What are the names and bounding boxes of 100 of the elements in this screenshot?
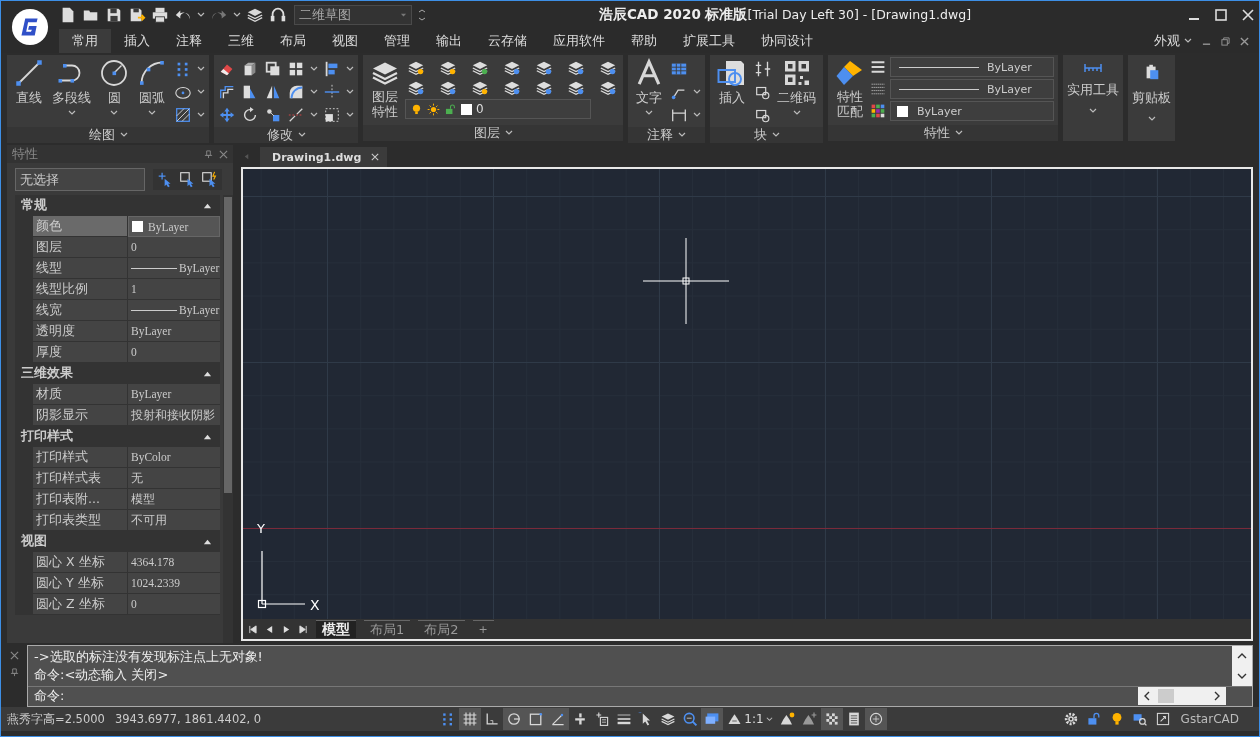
appearance-menu[interactable]: 外观	[1154, 32, 1180, 50]
caret-icon[interactable]	[310, 111, 318, 119]
caret-icon[interactable]	[693, 111, 701, 119]
scroll-down-icon[interactable]	[1237, 671, 1247, 681]
model-toggle[interactable]	[701, 708, 724, 730]
caret-icon[interactable]	[119, 131, 128, 139]
property-label[interactable]: 厚度	[33, 342, 128, 363]
property-label[interactable]: 材质	[33, 384, 128, 405]
ribbon-tab[interactable]: 常用	[59, 29, 111, 53]
restore-icon[interactable]	[1221, 36, 1230, 46]
ribbon-tab[interactable]: 插入	[111, 29, 163, 53]
previous-tab-icon[interactable]	[265, 624, 274, 634]
caret-icon[interactable]	[310, 88, 318, 96]
panel-title[interactable]: 特性	[923, 124, 950, 142]
match-properties-button[interactable]: 特性匹配	[832, 57, 868, 120]
layers-icon[interactable]	[246, 6, 264, 24]
ribbon-tab[interactable]: 注释	[163, 29, 215, 53]
ribbon-tab[interactable]: 视图	[319, 29, 371, 53]
layout-tab[interactable]: 布局1	[364, 620, 411, 638]
last-tab-icon[interactable]	[299, 624, 308, 634]
quick-select-icon[interactable]	[201, 171, 218, 188]
ribbon-tab[interactable]: 管理	[371, 29, 423, 53]
print-icon[interactable]	[151, 6, 169, 24]
collapse-icon[interactable]	[203, 201, 212, 210]
panel-title[interactable]: 绘图	[88, 126, 115, 144]
caret-icon[interactable]	[954, 129, 963, 137]
save-as-icon[interactable]	[128, 6, 146, 24]
lock-icon[interactable]	[1085, 711, 1102, 727]
caret-icon[interactable]	[197, 11, 205, 19]
utilities-button[interactable]: 实用工具	[1063, 55, 1123, 141]
color-dropdown[interactable]: ByLayer	[890, 101, 1054, 121]
pin-icon[interactable]	[204, 149, 213, 159]
caret-icon[interactable]	[346, 88, 354, 96]
select-window-icon[interactable]	[179, 171, 196, 188]
next-tab-icon[interactable]	[282, 624, 291, 634]
trim-icon[interactable]	[323, 83, 341, 101]
ribbon-tab[interactable]: 帮助	[618, 29, 670, 53]
caret-icon[interactable]	[678, 131, 686, 139]
collapse-icon[interactable]	[203, 537, 212, 546]
document-tab[interactable]: Drawing1.dwg	[260, 147, 388, 167]
drawing-canvas[interactable]: Y X	[243, 169, 1251, 619]
close-icon[interactable]	[1240, 36, 1249, 46]
ribbon-tab[interactable]: 三维	[215, 29, 267, 53]
collapse-icon[interactable]	[203, 432, 212, 441]
linetype-dropdown[interactable]: ByLayer	[890, 79, 1054, 99]
section-header[interactable]: 打印样式	[15, 426, 220, 447]
command-input-field[interactable]: 命令:	[28, 687, 1138, 706]
qr-code-button[interactable]: 二维码	[774, 57, 819, 118]
save-icon[interactable]	[105, 6, 123, 24]
property-label[interactable]: 圆心 X 坐标	[33, 552, 128, 573]
property-label[interactable]: 阴影显示	[33, 405, 128, 426]
caret-icon[interactable]	[197, 111, 205, 119]
collapse-icon[interactable]	[203, 369, 212, 378]
ribbon-tab[interactable]: 云存储	[475, 29, 540, 53]
section-header[interactable]: 三维效果	[15, 363, 220, 384]
caret-icon[interactable]	[1184, 37, 1192, 45]
attribute-icon[interactable]	[754, 60, 772, 78]
lineweight-dropdown[interactable]: ByLayer	[890, 57, 1054, 77]
app-logo-icon[interactable]	[11, 8, 49, 46]
caret-icon[interactable]	[346, 65, 354, 73]
property-label[interactable]: 打印样式表	[33, 468, 128, 489]
scale-icon[interactable]	[264, 106, 282, 124]
offset-icon[interactable]	[218, 83, 236, 101]
ribbon-tab[interactable]: 协同设计	[748, 29, 826, 53]
pin-icon[interactable]	[9, 668, 19, 677]
clipboard-button[interactable]: 剪贴板	[1128, 55, 1175, 141]
ribbon-tab[interactable]: 应用软件	[540, 29, 618, 53]
copy-icon[interactable]	[264, 60, 282, 78]
scroll-left-icon[interactable]	[1142, 691, 1152, 701]
layer-properties-button[interactable]: 图层特性	[367, 57, 403, 120]
property-label[interactable]: 透明度	[33, 321, 128, 342]
polar-toggle[interactable]	[503, 708, 526, 730]
property-label[interactable]: 圆心 Y 坐标	[33, 573, 128, 594]
color-dropdown[interactable]: ByLayer	[128, 216, 220, 237]
first-tab-icon[interactable]	[248, 624, 257, 634]
text-button[interactable]: 文字	[632, 57, 666, 118]
panel-title[interactable]: 图层	[473, 124, 500, 142]
property-label[interactable]: 打印表附...	[33, 489, 128, 510]
scrollbar-thumb[interactable]	[224, 197, 232, 493]
caret-icon[interactable]	[771, 131, 780, 139]
rotate-icon[interactable]	[241, 106, 259, 124]
add-layout-tab[interactable]: +	[472, 620, 494, 638]
caret-icon[interactable]	[346, 111, 354, 119]
fullscreen-icon[interactable]	[1154, 711, 1171, 727]
cycle-toggle[interactable]	[864, 708, 887, 730]
property-label[interactable]: 打印表类型	[33, 510, 128, 531]
close-icon[interactable]	[371, 153, 380, 161]
scroll-up-icon[interactable]	[1237, 651, 1247, 661]
grid-toggle[interactable]	[459, 708, 482, 730]
caret-icon[interactable]	[310, 65, 318, 73]
panel-title[interactable]: 块	[753, 126, 767, 144]
move-icon[interactable]	[218, 106, 236, 124]
ribbon-tab[interactable]: 布局	[267, 29, 319, 53]
hatch-icon[interactable]	[174, 106, 192, 124]
headset-icon[interactable]	[269, 6, 287, 24]
customize-icon[interactable]	[417, 9, 427, 21]
settings-icon[interactable]	[1062, 711, 1079, 727]
tool-button[interactable]: 多段线	[49, 57, 94, 118]
caret-icon[interactable]	[233, 11, 241, 19]
otrack-toggle[interactable]	[547, 708, 570, 730]
